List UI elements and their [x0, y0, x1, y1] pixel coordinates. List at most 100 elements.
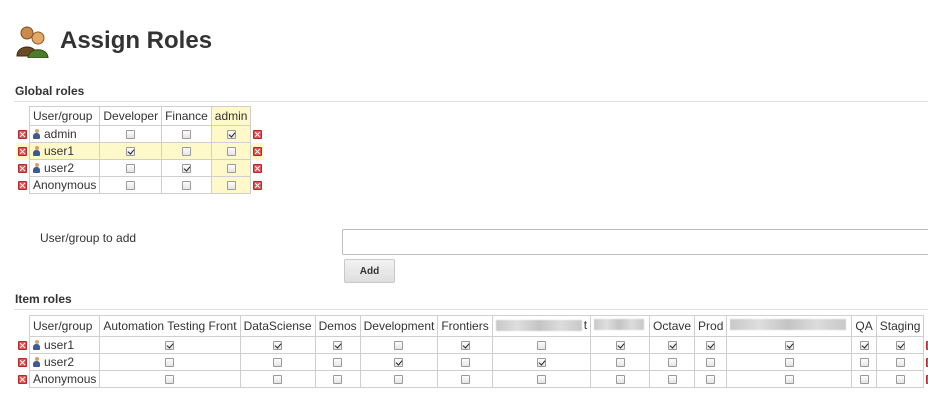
permission-checkbox[interactable] [615, 340, 625, 350]
page-header: Assign Roles [16, 24, 212, 58]
permission-checkbox[interactable] [226, 164, 236, 174]
permission-cell [99, 369, 241, 388]
permission-checkbox[interactable] [226, 181, 236, 191]
permission-checkbox[interactable] [895, 357, 905, 367]
permission-checkbox[interactable] [226, 130, 236, 140]
permission-checkbox[interactable] [667, 357, 677, 367]
table-row: user2 [16, 352, 928, 371]
permission-checkbox[interactable] [615, 374, 625, 384]
permission-checkbox[interactable] [394, 374, 404, 384]
permission-checkbox[interactable] [667, 374, 677, 384]
user-icon [33, 339, 40, 350]
global-roles-header-row: User/group Developer Finance admin [16, 106, 264, 126]
remove-row-icon[interactable] [18, 340, 27, 350]
remove-row-icon[interactable] [18, 130, 27, 140]
remove-row-icon[interactable] [253, 147, 263, 157]
permission-checkbox[interactable] [394, 340, 404, 350]
global-roles-table: User/group Developer Finance admin admin… [16, 106, 265, 194]
permission-checkbox[interactable] [784, 340, 794, 350]
user-group-to-add-input[interactable] [342, 229, 928, 255]
permission-cell [491, 352, 592, 371]
permission-checkbox[interactable] [273, 374, 283, 384]
column-header: Staging [875, 315, 925, 337]
permission-cell [851, 369, 877, 388]
permission-checkbox[interactable] [706, 374, 716, 384]
permission-cell [726, 335, 853, 354]
column-header-redacted [590, 315, 651, 337]
permission-checkbox[interactable] [784, 357, 794, 367]
remove-row-icon[interactable] [253, 130, 263, 140]
remove-row-icon[interactable] [18, 164, 27, 174]
permission-checkbox[interactable] [394, 357, 404, 367]
permission-checkbox[interactable] [615, 357, 625, 367]
user-icon [33, 129, 40, 139]
permission-checkbox[interactable] [333, 374, 343, 384]
permission-checkbox[interactable] [859, 357, 869, 367]
permission-checkbox[interactable] [706, 340, 716, 350]
table-row: user2 [16, 159, 264, 177]
permission-checkbox[interactable] [126, 130, 136, 140]
permission-cell [875, 369, 925, 388]
permission-cell [161, 159, 212, 177]
permission-cell [161, 125, 212, 143]
user-cell: user1 [28, 142, 101, 160]
permission-checkbox[interactable] [226, 147, 236, 157]
remove-row-icon[interactable] [18, 357, 27, 367]
permission-checkbox[interactable] [333, 357, 343, 367]
permission-cell [210, 142, 252, 160]
permission-checkbox[interactable] [181, 181, 191, 191]
permission-checkbox[interactable] [181, 147, 191, 157]
remove-row-icon[interactable] [253, 164, 263, 174]
permission-checkbox[interactable] [460, 357, 470, 367]
user-name: admin [44, 127, 77, 141]
item-roles-table: User/group Automation Testing Front Data… [16, 315, 928, 388]
permission-checkbox[interactable] [165, 374, 175, 384]
table-row: Anonymous [16, 176, 264, 194]
permission-checkbox[interactable] [273, 340, 283, 350]
remove-row-icon[interactable] [18, 181, 27, 191]
permission-checkbox[interactable] [536, 374, 546, 384]
permission-checkbox[interactable] [895, 374, 905, 384]
permission-checkbox[interactable] [126, 147, 136, 157]
permission-checkbox[interactable] [784, 374, 794, 384]
permission-checkbox[interactable] [667, 340, 677, 350]
permission-checkbox[interactable] [706, 357, 716, 367]
permission-checkbox[interactable] [181, 164, 191, 174]
permission-checkbox[interactable] [165, 357, 175, 367]
permission-cell [99, 159, 163, 177]
remove-row-icon[interactable] [18, 147, 27, 157]
permission-checkbox[interactable] [165, 340, 175, 350]
column-header: User/group [28, 106, 101, 126]
column-header: Automation Testing Front [99, 315, 241, 337]
permission-cell [491, 335, 592, 354]
permission-checkbox[interactable] [460, 340, 470, 350]
add-button[interactable]: Add [344, 259, 395, 283]
remove-row-icon[interactable] [18, 374, 27, 384]
column-header: Developer [99, 106, 163, 126]
permission-cell [210, 125, 252, 143]
permission-cell [99, 176, 163, 194]
permission-checkbox[interactable] [126, 181, 136, 191]
permission-checkbox[interactable] [895, 340, 905, 350]
permission-checkbox[interactable] [333, 340, 343, 350]
permission-cell [694, 369, 728, 388]
column-header-redacted: t [491, 315, 592, 337]
permission-checkbox[interactable] [460, 374, 470, 384]
item-roles-header-row: User/group Automation Testing Front Data… [16, 315, 928, 337]
permission-cell [875, 352, 925, 371]
permission-checkbox[interactable] [859, 374, 869, 384]
remove-row-icon[interactable] [253, 181, 263, 191]
permission-cell [694, 335, 728, 354]
permission-cell [359, 352, 439, 371]
redacted-text [594, 318, 646, 330]
permission-checkbox[interactable] [536, 340, 546, 350]
permission-checkbox[interactable] [273, 357, 283, 367]
permission-checkbox[interactable] [181, 130, 191, 140]
permission-checkbox[interactable] [126, 164, 136, 174]
user-cell: user1 [28, 335, 101, 354]
table-row: admin [16, 125, 264, 143]
permission-checkbox[interactable] [859, 340, 869, 350]
permission-checkbox[interactable] [536, 357, 546, 367]
column-header: DataSciense [239, 315, 316, 337]
column-header-redacted [726, 315, 853, 337]
